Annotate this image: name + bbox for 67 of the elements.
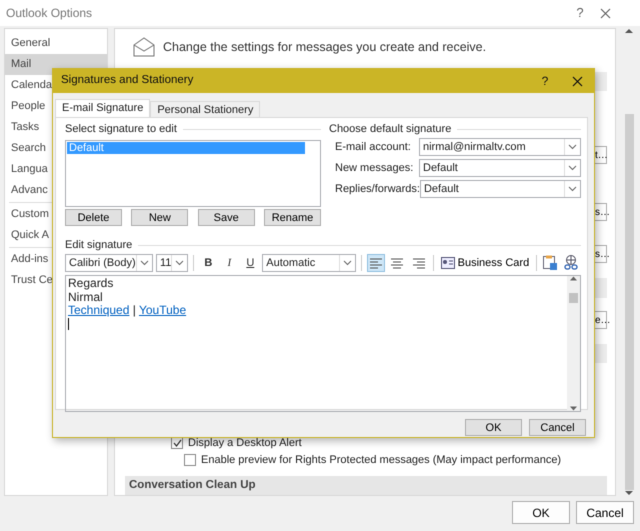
format-button[interactable]: U [241,254,260,272]
size-dropdown[interactable]: 11 [156,254,188,272]
checkbox[interactable] [184,454,196,466]
dialog-button[interactable]: OK [512,501,570,524]
signature-button[interactable]: Save [198,209,255,226]
group-heading: Choose default signature [329,122,452,137]
text-cursor [68,318,69,330]
format-button[interactable]: I [220,254,238,272]
group-heading: Select signature to edit [65,122,177,137]
scrollbar[interactable] [567,276,580,411]
align-right-icon [412,256,426,270]
section-header: Conversation Clean Up [125,476,607,496]
signature-button[interactable]: Delete [65,209,122,226]
check-icon [172,439,182,448]
chevron-down-icon [568,165,577,171]
signature-button[interactable]: New [131,209,188,226]
dropdown[interactable]: nirmal@nirmaltv.com [419,138,581,156]
checkbox-label: Display a Desktop Alert [188,436,302,452]
align-center-icon [390,256,404,270]
dropdown[interactable]: Default [419,159,581,177]
scroll-up-icon [625,28,633,34]
signature-text: Nirmal [68,290,104,304]
signature-text: Regards [68,277,114,290]
align-left-icon [369,256,384,270]
dialog-button[interactable]: Cancel [576,501,634,524]
separator-text: | [132,303,137,317]
scrollbar[interactable] [622,28,636,496]
chevron-down-icon [175,260,184,266]
field-label: E-mail account: [335,140,412,155]
signature-editor[interactable]: Regards Nirmal Techniqued | YouTube [65,275,581,412]
chevron-down-icon [343,260,352,266]
globe-link-icon [563,255,580,271]
tab[interactable]: E-mail Signature [55,99,150,117]
help-button[interactable]: ? [530,72,560,90]
link[interactable]: YouTube [138,303,186,317]
intro-text: Change the settings for messages you create and receive. [163,39,486,56]
close-icon [572,76,582,86]
format-button[interactable]: B [199,254,218,272]
chevron-down-icon [568,144,577,150]
window-title: Outlook Options [6,5,92,22]
dropdown[interactable]: Default [420,180,581,198]
envelope-icon [133,37,155,58]
sidebar-item[interactable]: General [5,33,107,54]
scroll-down-icon [570,406,577,411]
chevron-down-icon [140,260,149,266]
dialog-title: Signatures and Stationery [61,73,194,88]
group-heading: Edit signature [65,238,132,253]
field-label: New messages: [335,160,414,176]
color-dropdown[interactable]: Automatic [262,254,356,272]
business-card-button[interactable]: Business Card [438,254,532,272]
dialog-button[interactable]: OK [465,419,522,436]
scroll-up-icon [570,276,577,281]
card-icon [440,257,455,269]
field-label: Replies/forwards: [335,182,420,197]
font-dropdown[interactable]: Calibri (Body) [65,254,153,272]
align-left-button[interactable] [367,254,386,272]
link[interactable]: Techniqued [68,303,130,317]
help-button[interactable]: ? [560,3,600,23]
dialog-button[interactable]: Cancel [529,419,586,436]
tab[interactable]: Personal Stationery [150,101,260,117]
checkbox-label: Enable preview for Rights Protected messages (May impact performance) [201,452,562,468]
chevron-down-icon [568,186,577,192]
close-icon [600,8,611,18]
scroll-thumb[interactable] [569,293,578,303]
checkbox[interactable] [171,437,183,450]
signature-button[interactable]: Rename [264,209,321,226]
image-icon [542,255,558,271]
